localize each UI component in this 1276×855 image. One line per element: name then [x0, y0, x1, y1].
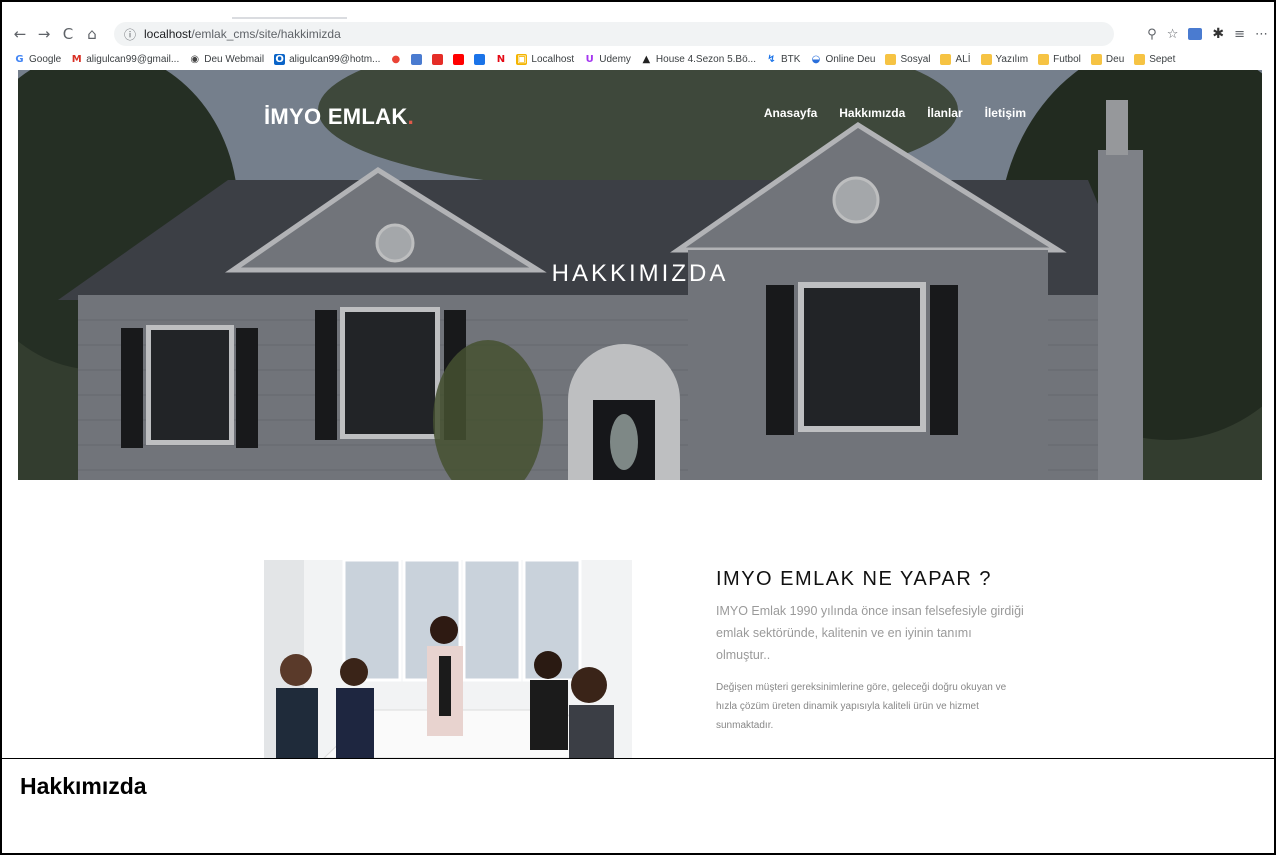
menu-icon[interactable]: ⋯	[1255, 27, 1268, 42]
youtube-icon	[453, 53, 465, 65]
about-section: IMYO EMLAK NE YAPAR ? IMYO Emlak 1990 yı…	[2, 480, 1274, 758]
about-lead: IMYO Emlak 1990 yılında önce insan felse…	[716, 604, 1024, 662]
star-icon[interactable]: ☆	[1167, 27, 1179, 42]
netflix-icon: N	[496, 53, 506, 65]
bookmark-item[interactable]	[411, 53, 423, 65]
bookmark-label: aligulcan99@hotm...	[289, 53, 381, 65]
bookmark-label: aligulcan99@gmail...	[86, 53, 180, 65]
bookmark-item[interactable]: Futbol	[1038, 53, 1081, 65]
maps-icon: ●	[391, 53, 401, 65]
about-text: IMYO EMLAK NE YAPAR ? IMYO Emlak 1990 yı…	[716, 566, 1026, 735]
bookmark-item[interactable]: ▣ Localhost	[516, 53, 575, 65]
bookmark-label: Deu Webmail	[204, 53, 265, 65]
bookmark-item[interactable]: Sepet	[1134, 53, 1176, 65]
puzzle-icon[interactable]: ✱	[1212, 26, 1224, 42]
tab-strip	[2, 2, 1274, 19]
caption-bar: Hakkımızda	[2, 758, 1274, 853]
bookmark-label: Udemy	[599, 53, 631, 65]
bookmark-label: ALİ	[955, 53, 971, 65]
hero-banner: İMYO EMLAK. Anasayfa Hakkımızda İlanlar …	[18, 70, 1262, 480]
bookmark-label: BTK	[780, 53, 801, 65]
bookmark-item[interactable]: N	[495, 54, 506, 65]
site-nav: Anasayfa Hakkımızda İlanlar İletişim	[764, 106, 1026, 120]
bookmark-item[interactable]: Sosyal	[885, 53, 931, 65]
btk-icon: ↯	[767, 53, 776, 65]
caption-title: Hakkımızda	[20, 773, 147, 799]
nav-item-hakkimizda[interactable]: Hakkımızda	[839, 106, 905, 120]
about-body: Değişen müşteri gereksinimlerine göre, g…	[716, 682, 1007, 731]
bookmark-item[interactable]: ◒ Online Deu	[810, 53, 876, 65]
folder-icon	[1134, 53, 1146, 65]
nav-item-iletisim[interactable]: İletişim	[985, 106, 1026, 120]
bookmarks-bar: G Google Maligulcan99@gmail... ◉ Deu Webmail…	[2, 50, 1274, 68]
url-path: /emlak_cms/site/hakkimizda	[191, 27, 341, 41]
bookmark-item[interactable]: ●	[390, 54, 401, 65]
bookmark-label: Deu	[1105, 53, 1125, 65]
bookmark-label: Localhost	[531, 53, 575, 65]
brand-dot: .	[407, 104, 414, 129]
active-tab-indicator	[232, 17, 347, 19]
google-icon: G	[15, 53, 24, 65]
home-icon[interactable]: ⌂	[80, 22, 104, 46]
bookmark-item[interactable]: ◉ Deu Webmail	[189, 54, 264, 65]
zoom-icon[interactable]: ⚲	[1147, 27, 1157, 42]
site-logo[interactable]: İMYO EMLAK.	[264, 104, 414, 130]
nav-item-ilanlar[interactable]: İlanlar	[927, 106, 962, 120]
bookmark-item[interactable]: Maligulcan99@gmail...	[71, 54, 179, 65]
toolbar-right-icons: ⚲ ☆ ✱ ≡ ⋯	[1147, 20, 1268, 48]
outlook-icon: O	[274, 53, 286, 65]
bookmark-label: Futbol	[1053, 53, 1081, 65]
hero-title: HAKKIMIZDA	[551, 260, 729, 287]
gmail-icon: M	[71, 53, 82, 65]
udemy-icon: U	[585, 53, 594, 65]
bookmark-item[interactable]: U Udemy	[584, 54, 631, 65]
browser-toolbar: ← → C ⌂ ⓘ localhost/emlak_cms/site/hakki…	[2, 20, 1274, 48]
reading-list-icon[interactable]: ≡	[1234, 27, 1245, 42]
team-photo-image	[264, 560, 632, 758]
extension-icon	[411, 53, 423, 65]
bookmark-item[interactable]: Deu	[1090, 53, 1125, 65]
bookmark-item[interactable]: G Google	[14, 54, 61, 65]
bookmark-item[interactable]	[432, 53, 444, 65]
back-icon[interactable]: ←	[8, 22, 32, 46]
globe-icon: ◉	[190, 53, 200, 65]
bookmark-label: Sosyal	[900, 53, 931, 65]
folder-icon	[940, 53, 952, 65]
extension-icon[interactable]	[1188, 28, 1203, 40]
play-icon	[474, 53, 486, 65]
y-icon	[432, 53, 444, 65]
bookmark-label: Yazılım	[995, 53, 1029, 65]
bookmark-label: Online Deu	[825, 53, 876, 65]
browser-chrome: ← → C ⌂ ⓘ localhost/emlak_cms/site/hakki…	[2, 2, 1274, 70]
team-photo	[264, 560, 632, 758]
nav-item-anasayfa[interactable]: Anasayfa	[764, 106, 817, 120]
house-icon: ▲	[642, 53, 651, 65]
deu-icon: ◒	[811, 53, 821, 65]
bookmark-label: House 4.Sezon 5.Bö...	[655, 53, 756, 65]
url-host: localhost	[144, 27, 192, 41]
bookmark-item[interactable]: Yazılım	[980, 53, 1029, 65]
reload-icon[interactable]: C	[56, 22, 80, 46]
bookmark-item[interactable]	[453, 53, 465, 65]
bookmark-item[interactable]: ▲ House 4.Sezon 5.Bö...	[641, 54, 756, 65]
folder-icon	[980, 53, 992, 65]
folder-icon	[1090, 53, 1102, 65]
bookmark-label: Google	[29, 53, 62, 65]
bookmark-item[interactable]: ALİ	[940, 53, 971, 65]
folder-icon	[1038, 53, 1050, 65]
localhost-icon: ▣	[516, 53, 528, 65]
forward-icon[interactable]: →	[32, 22, 56, 46]
address-bar[interactable]: ⓘ localhost/emlak_cms/site/hakkimizda	[114, 22, 1114, 46]
bookmark-item[interactable]	[474, 53, 486, 65]
bookmark-item[interactable]: ↯ BTK	[766, 54, 800, 65]
site-info-icon[interactable]: ⓘ	[124, 26, 136, 43]
bookmark-item[interactable]: Oaligulcan99@hotm...	[274, 53, 381, 65]
folder-icon	[885, 53, 897, 65]
brand-text: İMYO EMLAK	[264, 104, 408, 129]
about-heading: IMYO EMLAK NE YAPAR ?	[716, 568, 993, 590]
bookmark-label: Sepet	[1149, 53, 1176, 65]
